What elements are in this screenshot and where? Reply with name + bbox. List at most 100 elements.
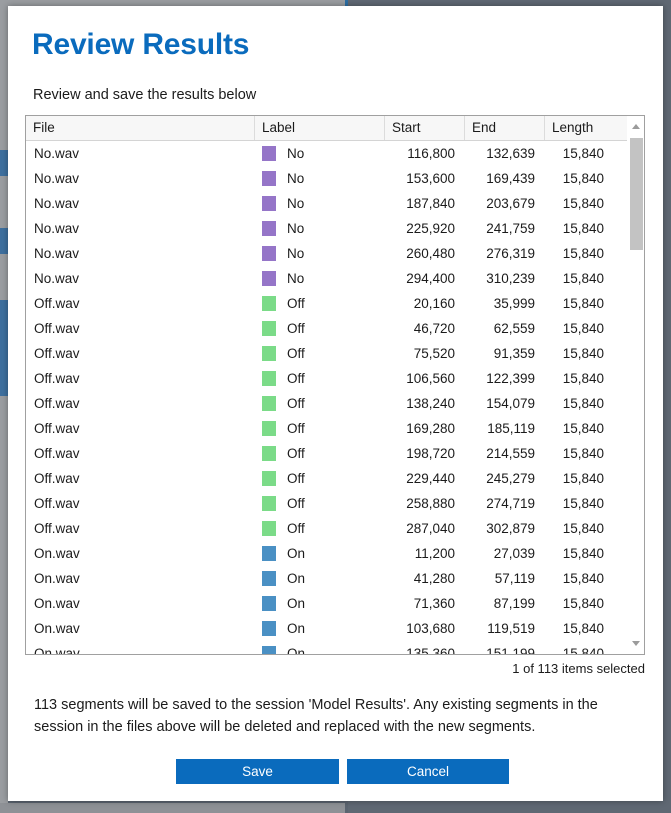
cell-end: 132,639 [486,146,535,161]
table-row[interactable]: Off.wav Off 138,240 154,079 15,840 [26,391,628,416]
label-text: No [287,221,305,236]
table-row[interactable]: Off.wav Off 20,160 35,999 15,840 [26,291,628,316]
column-header-end[interactable]: End [464,116,544,140]
table-row[interactable]: Off.wav Off 198,720 214,559 15,840 [26,441,628,466]
page-title: Review Results [32,28,250,61]
table-row[interactable]: Off.wav Off 229,440 245,279 15,840 [26,466,628,491]
cell-length: 15,840 [562,371,604,386]
label-text: Off [287,346,305,361]
table-row[interactable]: Off.wav Off 75,520 91,359 15,840 [26,341,628,366]
table-row[interactable]: Off.wav Off 169,280 185,119 15,840 [26,416,628,441]
table-row[interactable]: No.wav No 116,800 132,639 15,840 [26,141,628,166]
cell-length: 15,840 [562,246,604,261]
scroll-up-arrow-icon[interactable] [628,118,644,135]
cell-length: 15,840 [562,571,604,586]
cell-file: Off.wav [34,371,80,386]
table-row[interactable]: No.wav No 260,480 276,319 15,840 [26,241,628,266]
label-text: No [287,196,305,211]
results-table: File Label Start End Length No.wav No 116,… [25,115,645,655]
table-row[interactable]: Off.wav Off 106,560 122,399 15,840 [26,366,628,391]
cell-length: 15,840 [562,271,604,286]
cell-end: 185,119 [487,421,535,436]
cancel-button[interactable]: Cancel [347,759,509,784]
label-text: Off [287,371,305,386]
cell-label: On [254,566,384,591]
cell-start: 71,360 [413,596,455,611]
scroll-down-arrow-icon[interactable] [628,635,644,652]
cell-file: No.wav [34,246,80,261]
background-sidebar-item [0,300,8,396]
cell-label: No [254,191,384,216]
cell-file: On.wav [34,621,80,636]
cell-length: 15,840 [562,396,604,411]
table-row[interactable]: Off.wav Off 258,880 274,719 15,840 [26,491,628,516]
cell-label: On [254,591,384,616]
cell-end: 169,439 [486,171,535,186]
save-button[interactable]: Save [176,759,339,784]
dialog-button-row: Save Cancel [8,759,663,789]
cell-label: Off [254,441,384,466]
cell-label: Off [254,291,384,316]
cell-start: 225,920 [406,221,455,236]
table-row[interactable]: On.wav On 71,360 87,199 15,840 [26,591,628,616]
cell-start: 103,680 [406,621,455,636]
scrollbar-thumb[interactable] [630,138,643,250]
label-color-swatch [262,321,276,336]
cell-file: Off.wav [34,496,80,511]
label-color-swatch [262,271,276,286]
cell-length: 15,840 [562,171,604,186]
table-row[interactable]: Off.wav Off 287,040 302,879 15,840 [26,516,628,541]
label-color-swatch [262,221,276,236]
cell-start: 41,280 [413,571,455,586]
label-color-swatch [262,346,276,361]
cell-end: 122,399 [486,371,535,386]
cell-end: 241,759 [486,221,535,236]
table-row[interactable]: No.wav No 225,920 241,759 15,840 [26,216,628,241]
label-text: Off [287,496,305,511]
table-row[interactable]: On.wav On 103,680 119,519 15,840 [26,616,628,641]
table-row[interactable]: No.wav No 187,840 203,679 15,840 [26,191,628,216]
cell-file: Off.wav [34,396,80,411]
cell-length: 15,840 [562,221,604,236]
table-vertical-scrollbar[interactable] [627,116,644,654]
table-row[interactable]: No.wav No 153,600 169,439 15,840 [26,166,628,191]
cell-end: 276,319 [486,246,535,261]
cell-start: 198,720 [406,446,455,461]
cell-end: 57,119 [494,571,535,586]
column-header-start[interactable]: Start [384,116,464,140]
label-text: Off [287,421,305,436]
label-color-swatch [262,421,276,436]
cell-length: 15,840 [562,321,604,336]
table-row[interactable]: On.wav On 135,360 151,199 15,840 [26,641,628,654]
label-color-swatch [262,546,276,561]
cell-length: 15,840 [562,421,604,436]
cell-end: 119,519 [487,621,535,636]
label-color-swatch [262,246,276,261]
column-header-length[interactable]: Length [544,116,628,140]
cell-file: Off.wav [34,346,80,361]
table-row[interactable]: No.wav No 294,400 310,239 15,840 [26,266,628,291]
column-header-label[interactable]: Label [254,116,384,140]
cell-file: Off.wav [34,321,80,336]
cell-length: 15,840 [562,621,604,636]
label-color-swatch [262,171,276,186]
table-row[interactable]: On.wav On 11,200 27,039 15,840 [26,541,628,566]
label-color-swatch [262,371,276,386]
label-text: Off [287,446,305,461]
table-row[interactable]: Off.wav Off 46,720 62,559 15,840 [26,316,628,341]
cell-length: 15,840 [562,546,604,561]
cell-start: 187,840 [406,196,455,211]
column-header-file[interactable]: File [26,116,254,140]
cell-label: Off [254,341,384,366]
cell-end: 274,719 [486,496,535,511]
cell-length: 15,840 [562,196,604,211]
label-text: Off [287,521,305,536]
label-color-swatch [262,596,276,611]
table-row[interactable]: On.wav On 41,280 57,119 15,840 [26,566,628,591]
cell-file: On.wav [34,546,80,561]
cell-label: Off [254,516,384,541]
cell-start: 260,480 [406,246,455,261]
label-text: Off [287,396,305,411]
cell-file: No.wav [34,221,80,236]
cell-file: No.wav [34,271,80,286]
